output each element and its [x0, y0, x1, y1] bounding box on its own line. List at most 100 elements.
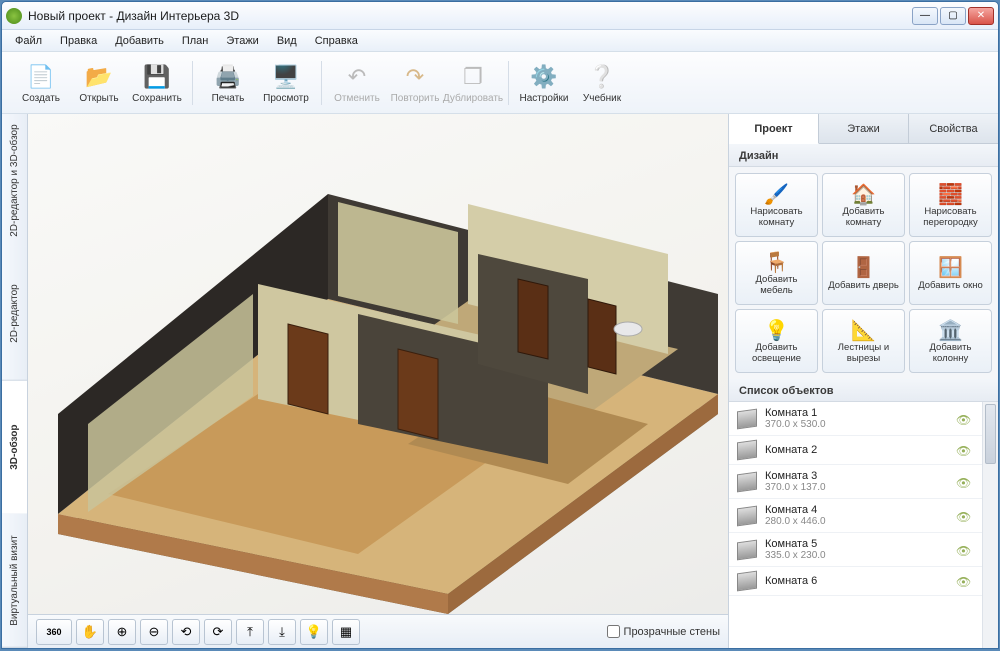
- transparent-walls-input[interactable]: [607, 625, 620, 638]
- viewport-toolbar: 360 ✋ ⊕ ⊖ ⟲ ⟳ ⤒ ⤓ 💡 ▦ Прозрачные стены: [28, 614, 728, 648]
- orbit-left-button[interactable]: ⟲: [172, 619, 200, 645]
- 3d-viewport[interactable]: [28, 114, 728, 614]
- zoom-out-button[interactable]: ⊖: [140, 619, 168, 645]
- undo-button[interactable]: ↶Отменить: [328, 56, 386, 110]
- menu-help[interactable]: Справка: [308, 33, 365, 49]
- object-name: Комната 4: [765, 504, 956, 516]
- menubar: Файл Правка Добавить План Этажи Вид Спра…: [2, 30, 998, 52]
- window-controls: — ▢ ✕: [912, 7, 994, 25]
- right-panel: Проект Этажи Свойства Дизайн 🖌️Нарисоват…: [728, 114, 998, 648]
- redo-button[interactable]: ↷Повторить: [386, 56, 444, 110]
- add-furniture-button[interactable]: 🪑Добавить мебель: [735, 241, 818, 305]
- room-cube-icon: [737, 408, 757, 429]
- scrollbar-thumb[interactable]: [985, 404, 996, 464]
- rotate-360-button[interactable]: 360: [36, 619, 72, 645]
- main-toolbar: 📄Создать 📂Открыть 💾Сохранить 🖨️Печать 🖥️…: [2, 52, 998, 114]
- visibility-eye-icon[interactable]: 👁: [956, 575, 974, 587]
- menu-plan[interactable]: План: [175, 33, 216, 49]
- window-icon: 🪟: [938, 255, 963, 281]
- canvas-area: 360 ✋ ⊕ ⊖ ⟲ ⟳ ⤒ ⤓ 💡 ▦ Прозрачные стены: [28, 114, 728, 648]
- draw-wall-button[interactable]: 🧱Нарисовать перегородку: [909, 173, 992, 237]
- save-button[interactable]: 💾Сохранить: [128, 56, 186, 110]
- right-panel-tabs: Проект Этажи Свойства: [729, 114, 998, 144]
- visibility-eye-icon[interactable]: 👁: [956, 544, 974, 556]
- toolbar-separator: [321, 61, 322, 105]
- visibility-eye-icon[interactable]: 👁: [956, 510, 974, 522]
- room-cube-icon: [737, 440, 757, 461]
- object-name: Комната 3: [765, 470, 956, 482]
- room-cube-icon: [737, 539, 757, 560]
- tab-3d[interactable]: 3D-обзор: [2, 381, 27, 515]
- undo-icon: ↶: [342, 62, 372, 92]
- room-cube-icon: [737, 471, 757, 492]
- close-button[interactable]: ✕: [968, 7, 994, 25]
- object-name: Комната 2: [765, 444, 956, 456]
- add-window-button[interactable]: 🪟Добавить окно: [909, 241, 992, 305]
- duplicate-button[interactable]: ❐Дублировать: [444, 56, 502, 110]
- object-row[interactable]: Комната 1370.0 x 530.0👁: [729, 402, 982, 436]
- visibility-eye-icon[interactable]: 👁: [956, 476, 974, 488]
- left-tab-strip: 2D-редактор и 3D-обзор 2D-редактор 3D-об…: [2, 114, 28, 648]
- menu-edit[interactable]: Правка: [53, 33, 104, 49]
- window-title: Новый проект - Дизайн Интерьера 3D: [28, 9, 912, 23]
- armchair-icon: 🪑: [764, 249, 789, 275]
- tilt-up-button[interactable]: ⤒: [236, 619, 264, 645]
- tab-floors[interactable]: Этажи: [819, 114, 909, 143]
- object-list[interactable]: Комната 1370.0 x 530.0👁Комната 2👁Комната…: [729, 402, 982, 648]
- design-section-title: Дизайн: [729, 144, 998, 167]
- titlebar: Новый проект - Дизайн Интерьера 3D — ▢ ✕: [2, 2, 998, 30]
- menu-floors[interactable]: Этажи: [219, 33, 265, 49]
- pan-button[interactable]: ✋: [76, 619, 104, 645]
- menu-add[interactable]: Добавить: [108, 33, 171, 49]
- lighting-button[interactable]: 💡: [300, 619, 328, 645]
- object-name: Комната 6: [765, 575, 956, 587]
- app-window: Новый проект - Дизайн Интерьера 3D — ▢ ✕…: [1, 1, 999, 649]
- tab-2d-3d[interactable]: 2D-редактор и 3D-обзор: [2, 114, 27, 247]
- duplicate-icon: ❐: [458, 62, 488, 92]
- visibility-eye-icon[interactable]: 👁: [956, 444, 974, 456]
- menu-file[interactable]: Файл: [8, 33, 49, 49]
- object-dimensions: 370.0 x 137.0: [765, 482, 956, 493]
- add-column-button[interactable]: 🏛️Добавить колонну: [909, 309, 992, 373]
- transparent-walls-checkbox[interactable]: Прозрачные стены: [607, 625, 720, 638]
- print-button[interactable]: 🖨️Печать: [199, 56, 257, 110]
- object-dimensions: 280.0 x 446.0: [765, 516, 956, 527]
- object-name: Комната 5: [765, 538, 956, 550]
- minimize-button[interactable]: —: [912, 7, 938, 25]
- visibility-eye-icon[interactable]: 👁: [956, 413, 974, 425]
- tilt-down-button[interactable]: ⤓: [268, 619, 296, 645]
- zoom-in-button[interactable]: ⊕: [108, 619, 136, 645]
- tutorial-button[interactable]: ❔Учебник: [573, 56, 631, 110]
- preview-button[interactable]: 🖥️Просмотр: [257, 56, 315, 110]
- tab-properties[interactable]: Свойства: [909, 114, 998, 143]
- maximize-button[interactable]: ▢: [940, 7, 966, 25]
- open-button[interactable]: 📂Открыть: [70, 56, 128, 110]
- tab-virtual[interactable]: Виртуальный визит: [2, 514, 27, 648]
- help-icon: ❔: [587, 62, 617, 92]
- add-light-button[interactable]: 💡Добавить освещение: [735, 309, 818, 373]
- add-room-button[interactable]: 🏠Добавить комнату: [822, 173, 905, 237]
- object-dimensions: 370.0 x 530.0: [765, 419, 956, 430]
- stairs-button[interactable]: 📐Лестницы и вырезы: [822, 309, 905, 373]
- object-dimensions: 335.0 x 230.0: [765, 550, 956, 561]
- redo-icon: ↷: [400, 62, 430, 92]
- object-row[interactable]: Комната 6👁: [729, 567, 982, 596]
- object-name: Комната 1: [765, 407, 956, 419]
- tab-2d[interactable]: 2D-редактор: [2, 247, 27, 381]
- grid-button[interactable]: ▦: [332, 619, 360, 645]
- menu-view[interactable]: Вид: [270, 33, 304, 49]
- draw-room-button[interactable]: 🖌️Нарисовать комнату: [735, 173, 818, 237]
- object-row[interactable]: Комната 4280.0 x 446.0👁: [729, 499, 982, 533]
- settings-button[interactable]: ⚙️Настройки: [515, 56, 573, 110]
- object-row[interactable]: Комната 3370.0 x 137.0👁: [729, 465, 982, 499]
- objects-section-title: Список объектов: [729, 379, 998, 402]
- create-button[interactable]: 📄Создать: [12, 56, 70, 110]
- object-row[interactable]: Комната 5335.0 x 230.0👁: [729, 533, 982, 567]
- add-door-button[interactable]: 🚪Добавить дверь: [822, 241, 905, 305]
- monitor-icon: 🖥️: [271, 62, 301, 92]
- tab-project[interactable]: Проект: [729, 114, 819, 144]
- save-icon: 💾: [142, 62, 172, 92]
- object-list-scrollbar[interactable]: [982, 402, 998, 648]
- object-row[interactable]: Комната 2👁: [729, 436, 982, 465]
- orbit-right-button[interactable]: ⟳: [204, 619, 232, 645]
